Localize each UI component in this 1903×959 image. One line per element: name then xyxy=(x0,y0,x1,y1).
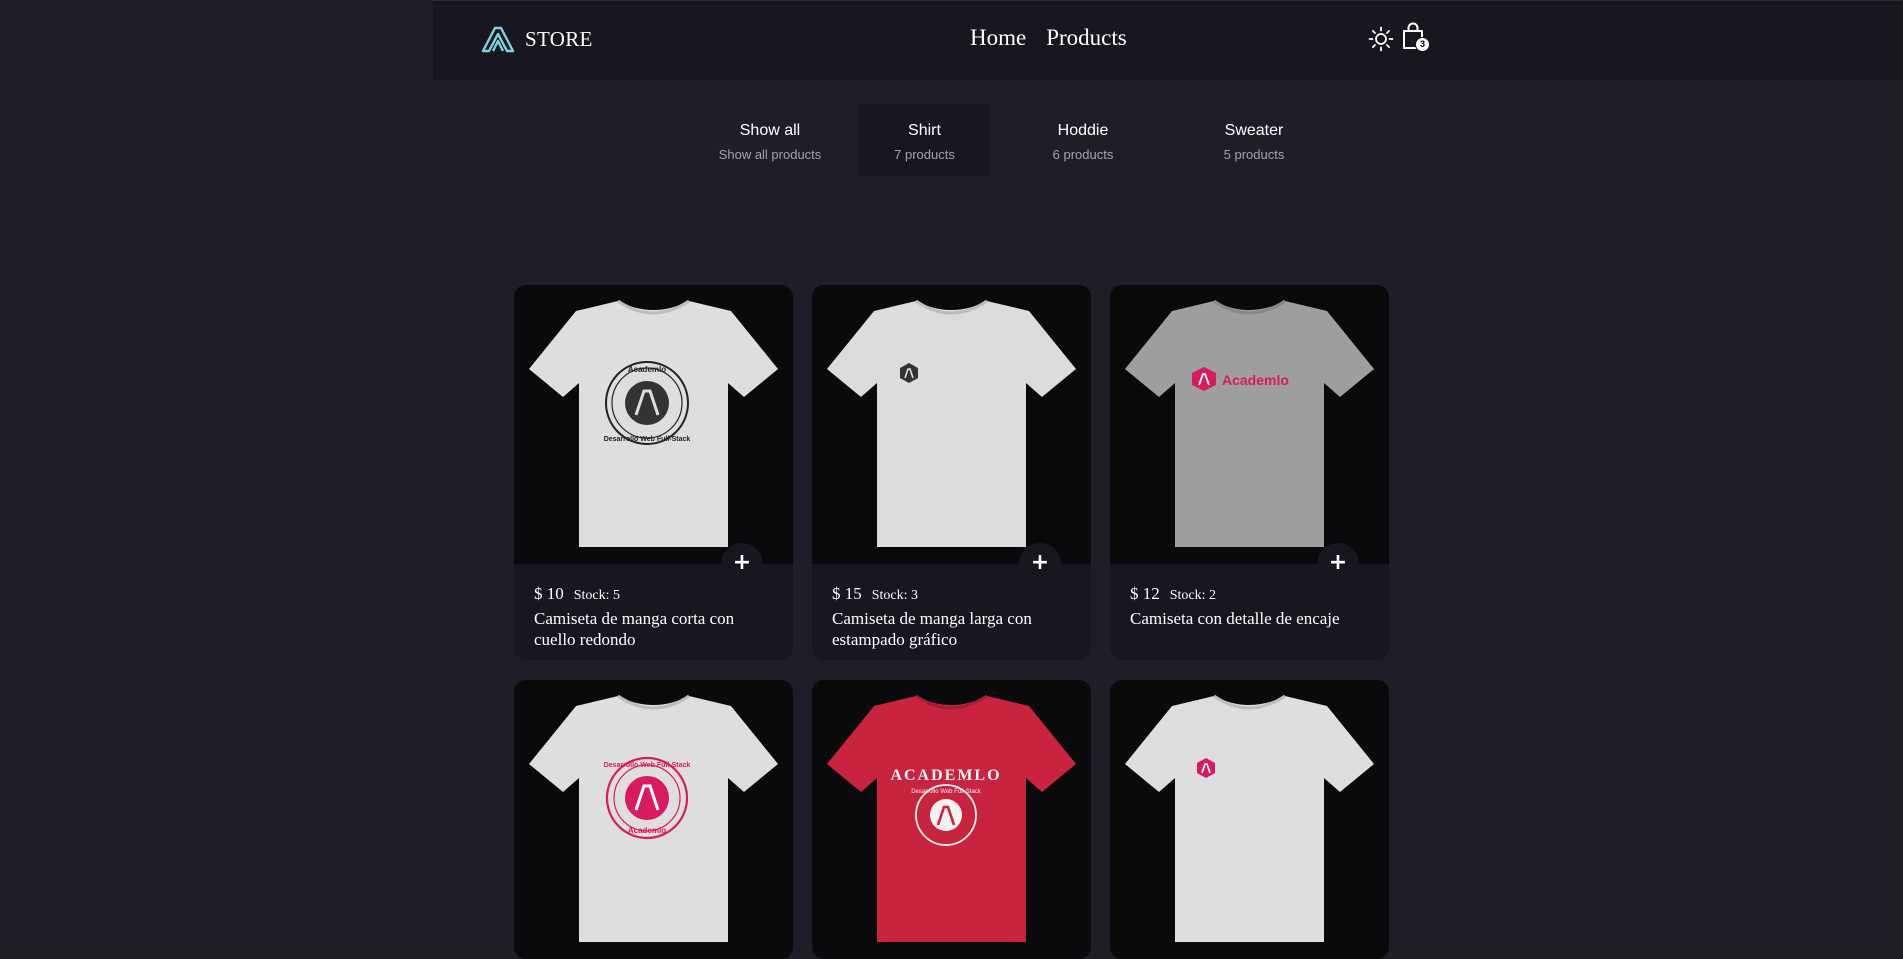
product-card[interactable]: Academlo + $ 12 Stock: 2 Camiseta con de… xyxy=(1110,285,1389,660)
print-text: Desarrollo Web Full-Stack xyxy=(911,789,982,795)
filter-sweater[interactable]: Sweater 5 products xyxy=(1189,104,1319,176)
tshirt-image xyxy=(1125,694,1374,942)
product-image: Desarrollo Web Full-Stack Academlo xyxy=(514,680,793,959)
product-card[interactable]: ACADEMLO Desarrollo Web Full-Stack xyxy=(812,680,1091,959)
brand-name: STORE xyxy=(525,26,593,51)
product-image xyxy=(1110,680,1389,959)
add-to-cart-button[interactable]: + xyxy=(1317,543,1359,585)
product-stock: Stock: 3 xyxy=(871,588,919,603)
product-image: + xyxy=(812,285,1091,585)
tshirt-image: ACADEMLO Desarrollo Web Full-Stack xyxy=(827,694,1076,942)
product-price: $ 10 xyxy=(534,584,564,603)
product-card[interactable] xyxy=(1110,680,1389,959)
cart-button[interactable]: 3 xyxy=(1401,21,1431,55)
tshirt-image: Academlo Desarrollo Web Full-Stack xyxy=(529,299,778,547)
sun-icon xyxy=(1368,26,1394,52)
product-stock: Stock: 2 xyxy=(1169,588,1217,603)
filter-hoddie[interactable]: Hoddie 6 products xyxy=(1018,104,1148,176)
print-text: ACADEMLO xyxy=(890,767,1001,784)
filter-name: Hoddie xyxy=(1057,122,1109,139)
product-price: $ 15 xyxy=(832,584,862,603)
product-title: Camiseta de manga corta con cuello redon… xyxy=(534,609,735,649)
add-to-cart-button[interactable]: + xyxy=(1019,543,1061,585)
print-text: Academlo xyxy=(628,826,666,835)
nav-products-link[interactable]: Products xyxy=(1046,25,1127,51)
print-text: Academlo xyxy=(1222,372,1289,388)
filter-count: 7 products xyxy=(894,147,955,162)
academlo-logo-icon xyxy=(481,26,515,53)
filter-count: 6 products xyxy=(1052,147,1114,162)
tshirt-image xyxy=(827,299,1076,547)
filter-name: Show all xyxy=(739,122,801,139)
product-image: Academlo Desarrollo Web Full-Stack + xyxy=(514,285,793,585)
product-price: $ 12 xyxy=(1130,584,1160,603)
filter-show-all[interactable]: Show all Show all products xyxy=(705,104,835,176)
product-image: ACADEMLO Desarrollo Web Full-Stack xyxy=(812,680,1091,959)
product-card[interactable]: Desarrollo Web Full-Stack Academlo xyxy=(514,680,793,959)
product-stock: Stock: 5 xyxy=(573,588,621,603)
filter-count: Show all products xyxy=(718,147,822,162)
product-title: Camiseta con detalle de encaje xyxy=(1130,609,1340,628)
product-card[interactable]: + $ 15 Stock: 3 Camiseta de manga larga … xyxy=(812,285,1091,660)
filter-shirt[interactable]: Shirt 7 products xyxy=(859,104,990,176)
category-filters: Show all Show all products Shirt 7 produ… xyxy=(0,104,1903,176)
filter-name: Shirt xyxy=(908,122,941,139)
filter-count: 5 products xyxy=(1223,147,1285,162)
tshirt-image: Desarrollo Web Full-Stack Academlo xyxy=(529,694,778,942)
cart-count-badge: 3 xyxy=(1415,37,1430,52)
filter-name: Sweater xyxy=(1224,122,1284,139)
theme-toggle-button[interactable] xyxy=(1368,26,1394,52)
tshirt-image: Academlo xyxy=(1125,299,1374,547)
product-image: Academlo + xyxy=(1110,285,1389,585)
product-card[interactable]: Academlo Desarrollo Web Full-Stack + $ 1… xyxy=(514,285,793,660)
print-text: Desarrollo Web Full-Stack xyxy=(604,436,691,443)
print-text: Desarrollo Web Full-Stack xyxy=(604,762,691,769)
add-to-cart-button[interactable]: + xyxy=(721,543,763,585)
main-nav: Home Products xyxy=(970,25,1127,51)
brand-logo[interactable]: STORE xyxy=(481,25,593,53)
print-text: Academlo xyxy=(628,365,666,374)
product-title: Camiseta de manga larga con estampado gr… xyxy=(832,609,1032,649)
nav-home-link[interactable]: Home xyxy=(970,25,1026,51)
site-header: STORE Home Products 3 xyxy=(433,0,1903,80)
